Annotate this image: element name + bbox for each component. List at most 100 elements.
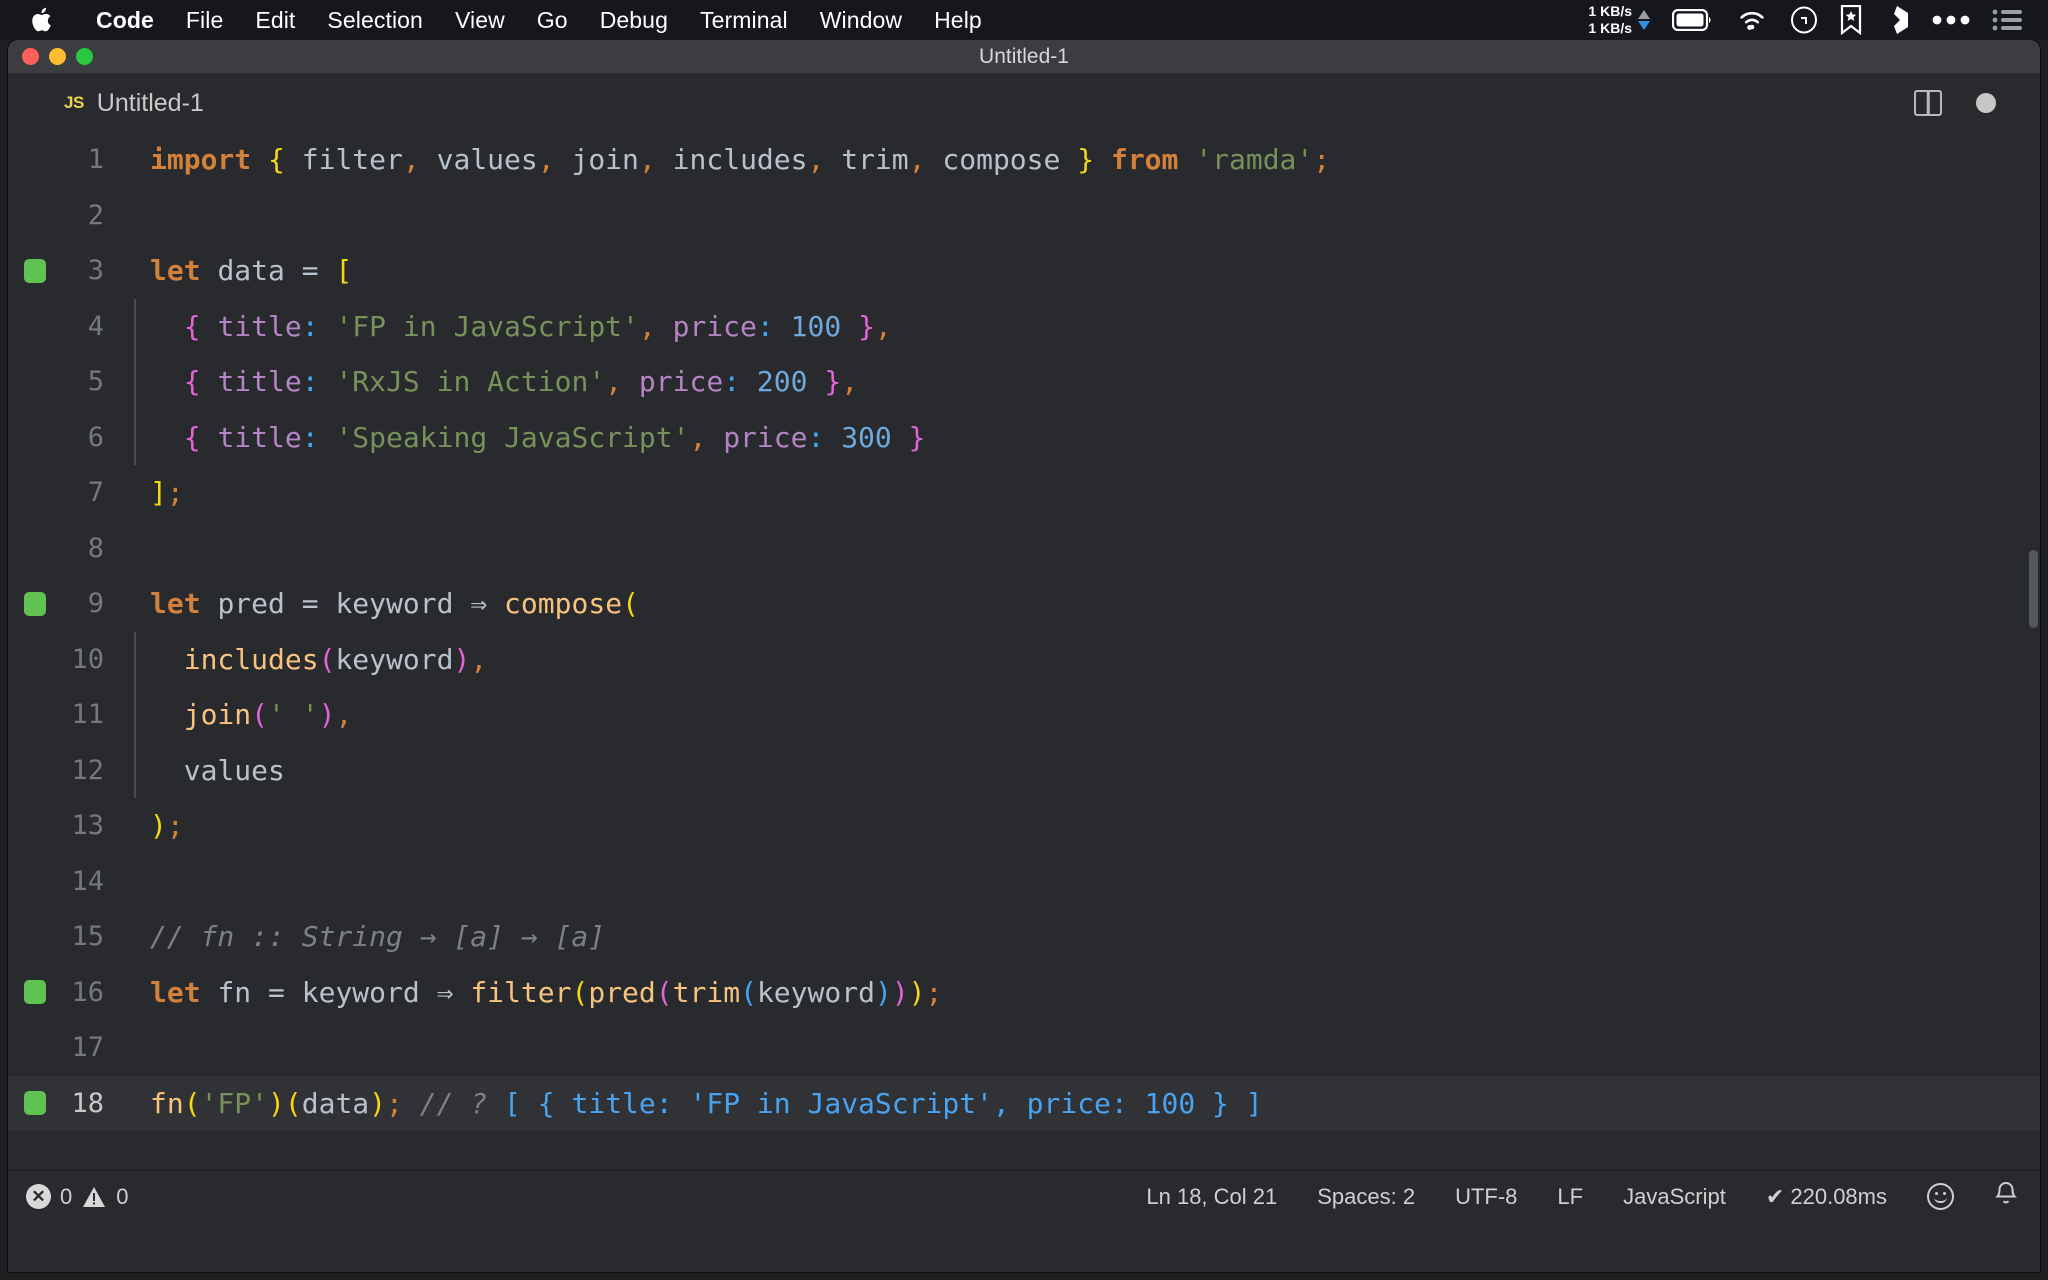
encoding-setting[interactable]: UTF-8	[1455, 1184, 1517, 1210]
indent-guide	[134, 354, 136, 410]
gutter-marker-icon[interactable]	[24, 980, 46, 1005]
code-line-15[interactable]: 15 // fn :: String → [a] → [a]	[8, 909, 2040, 965]
code-text[interactable]: import { filter, values, join, includes,…	[126, 132, 2040, 188]
indentation-setting[interactable]: Spaces: 2	[1317, 1184, 1415, 1210]
token-ident: keyword	[335, 642, 454, 676]
menu-item-terminal[interactable]: Terminal	[684, 7, 804, 34]
token-fn: join	[183, 698, 252, 731]
minimize-button[interactable]	[49, 48, 66, 65]
wifi-icon[interactable]	[1736, 8, 1768, 32]
language-mode[interactable]: JavaScript	[1623, 1184, 1726, 1210]
token-br-y: )	[369, 1086, 387, 1120]
code-line-18[interactable]: 18 fn('FP')(data); // ? [ { title: 'FP in…	[8, 1075, 2040, 1132]
code-line-8[interactable]: 8	[8, 521, 2040, 577]
status-bar: ✕ 0 0 Ln 18, Col 21 Spaces: 2 UTF-8 LF J…	[8, 1170, 2040, 1222]
token-br-p: (	[655, 975, 673, 1009]
code-text[interactable]: { title: 'RxJS in Action', price: 200 },	[126, 354, 2040, 410]
code-text[interactable]: // fn :: String → [a] → [a]	[126, 909, 2040, 965]
code-line-11[interactable]: 11 join(' '),	[8, 687, 2040, 743]
code-text[interactable]: { title: 'Speaking JavaScript', price: 3…	[126, 409, 2040, 465]
code-text[interactable]: includes(keyword),	[126, 631, 2040, 687]
token-op: =	[268, 975, 285, 1009]
token-br-p: }	[908, 420, 926, 454]
code-line-16[interactable]: 16 let fn = keyword ⇒ filter(pred(trim(ke…	[8, 965, 2040, 1021]
error-icon: ✕	[26, 1184, 51, 1209]
code-text[interactable]: let data = [	[126, 243, 2040, 299]
bookmark-icon[interactable]	[1840, 5, 1862, 35]
code-text[interactable]: values	[126, 742, 2040, 798]
code-editor[interactable]: 1 import { filter, values, join, includes…	[8, 132, 2040, 1170]
menu-item-code[interactable]: Code	[80, 7, 170, 34]
tab-bar-actions	[1914, 90, 2012, 116]
menu-item-file[interactable]: File	[170, 7, 239, 34]
gutter-marker-icon[interactable]	[24, 591, 46, 616]
close-button[interactable]	[22, 48, 39, 65]
code-lines[interactable]: 1 import { filter, values, join, includes…	[8, 132, 2040, 1131]
code-line-12[interactable]: 12 values	[8, 742, 2040, 798]
code-line-1[interactable]: 1 import { filter, values, join, includes…	[8, 132, 2040, 188]
code-line-9[interactable]: 9 let pred = keyword ⇒ compose(	[8, 576, 2040, 632]
menu-item-view[interactable]: View	[439, 7, 521, 34]
maximize-button[interactable]	[76, 48, 93, 65]
code-text[interactable]: ];	[126, 465, 2040, 521]
token-br-p: }	[824, 365, 842, 398]
code-line-10[interactable]: 10 includes(keyword),	[8, 631, 2040, 687]
token-br-y: }	[1077, 143, 1095, 176]
code-line-14[interactable]: 14	[8, 854, 2040, 910]
menu-item-edit[interactable]: Edit	[239, 7, 311, 34]
code-text[interactable]: join(' '),	[126, 687, 2040, 743]
macos-menu-bar: Code File Edit Selection View Go Debug T…	[0, 0, 2048, 40]
token-br-b: :	[807, 420, 825, 454]
code-line-2[interactable]: 2	[8, 188, 2040, 244]
battery-icon[interactable]	[1672, 9, 1714, 31]
code-text[interactable]: { title: 'FP in JavaScript', price: 100 …	[126, 298, 2040, 354]
split-editor-icon[interactable]	[1914, 90, 1942, 116]
network-speed-indicator[interactable]: 1 KB/s 1 KB/s	[1588, 3, 1650, 37]
code-line-3[interactable]: 3 let data = [	[8, 243, 2040, 299]
menu-item-debug[interactable]: Debug	[584, 7, 684, 34]
code-text[interactable]: );	[126, 798, 2040, 854]
code-text[interactable]: let fn = keyword ⇒ filter(pred(trim(keyw…	[126, 965, 2040, 1021]
tab-untitled-1[interactable]: JS Untitled-1	[64, 89, 204, 118]
line-number: 6	[87, 421, 104, 453]
menu-item-go[interactable]: Go	[521, 7, 584, 34]
code-line-6[interactable]: 6 { title: 'Speaking JavaScript', price:…	[8, 409, 2040, 465]
control-center-icon[interactable]	[1992, 8, 2024, 32]
problems-indicator[interactable]: ✕ 0 0	[26, 1184, 129, 1210]
menu-item-window[interactable]: Window	[804, 7, 918, 34]
gutter-marker-icon[interactable]	[24, 1091, 46, 1116]
smiley-icon[interactable]	[1927, 1183, 1954, 1210]
code-line-4[interactable]: 4 { title: 'FP in JavaScript', price: 10…	[8, 298, 2040, 354]
code-text[interactable]: fn('FP')(data); // ? [ { title: 'FP in J…	[126, 1076, 2040, 1132]
editor-scrollbar[interactable]	[2026, 132, 2040, 1170]
menu-item-help[interactable]: Help	[918, 7, 998, 34]
token-prop: title	[217, 365, 302, 398]
token-num: 200	[756, 365, 808, 398]
code-line-7[interactable]: 7];	[8, 465, 2040, 521]
code-text[interactable]: let pred = keyword ⇒ compose(	[126, 576, 2040, 632]
cursor-position[interactable]: Ln 18, Col 21	[1146, 1184, 1277, 1210]
shape-icon[interactable]	[1884, 5, 1910, 35]
unsaved-dot-icon[interactable]	[1976, 93, 1996, 113]
scrollbar-thumb[interactable]	[2029, 550, 2038, 628]
code-line-13[interactable]: 13);	[8, 798, 2040, 854]
siri-icon[interactable]	[1790, 6, 1818, 34]
bell-icon[interactable]	[1994, 1181, 2018, 1213]
menu-item-selection[interactable]: Selection	[311, 7, 439, 34]
ellipsis-icon[interactable]	[1932, 14, 1970, 26]
gutter-marker-icon[interactable]	[24, 258, 46, 283]
run-timing[interactable]: ✔ 220.08ms	[1766, 1184, 1887, 1210]
apple-logo-icon[interactable]	[28, 5, 54, 35]
code-line-5[interactable]: 5 { title: 'RxJS in Action', price: 200 …	[8, 354, 2040, 410]
eol-setting[interactable]: LF	[1557, 1184, 1583, 1210]
code-line-17[interactable]: 17	[8, 1020, 2040, 1076]
